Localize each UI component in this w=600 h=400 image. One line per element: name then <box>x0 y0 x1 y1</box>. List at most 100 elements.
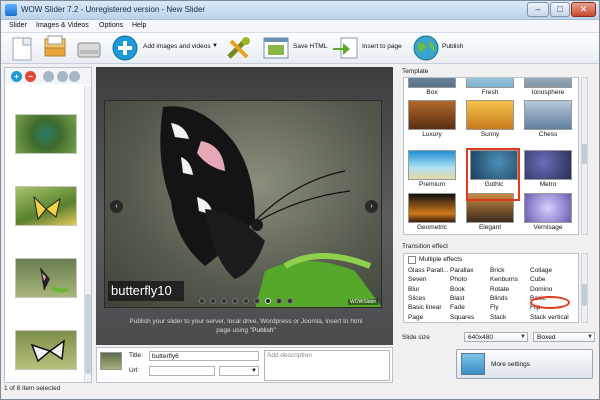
slide-properties: Title: butterfly6 Url: ▼ Add description <box>96 347 393 383</box>
template-fresh[interactable]: Fresh <box>464 78 516 98</box>
slide-bullet[interactable] <box>287 298 293 304</box>
insert-to-page-icon[interactable] <box>331 35 359 62</box>
add-images-label[interactable]: Add images and videos <box>143 43 211 50</box>
save-slider-icon[interactable] <box>75 35 103 62</box>
effect-item[interactable]: Seven <box>408 276 426 283</box>
transition-effect-label: Transition effect <box>402 243 448 250</box>
effect-item[interactable]: Squares <box>450 314 474 321</box>
slide-bullet[interactable] <box>221 298 227 304</box>
chevron-down-icon: ▼ <box>520 334 526 340</box>
chevron-down-icon: ▼ <box>587 334 593 340</box>
effects-scrollbar[interactable] <box>581 253 588 323</box>
effect-item[interactable]: Kenburns <box>490 276 518 283</box>
prev-arrow-icon[interactable]: ‹ <box>110 200 123 213</box>
template-metro[interactable]: Metro <box>522 150 574 190</box>
effect-item[interactable]: Blur <box>408 286 420 293</box>
effect-item[interactable]: Book <box>450 286 465 293</box>
more-settings-button[interactable]: More settings <box>456 349 593 379</box>
slide-bullet[interactable] <box>243 298 249 304</box>
slide-thumbnail[interactable] <box>15 186 77 226</box>
slide-bullets <box>199 298 298 306</box>
template-premium[interactable]: Premium <box>406 150 458 190</box>
settings-image-icon <box>461 353 485 375</box>
menu-help[interactable]: Help <box>132 22 146 29</box>
template-scrollbar[interactable] <box>581 77 588 235</box>
remove-slide-icon[interactable]: − <box>25 71 36 82</box>
add-slide-icon[interactable]: + <box>11 71 22 82</box>
open-slider-icon[interactable] <box>41 35 69 62</box>
new-slider-icon[interactable] <box>9 35 35 62</box>
butterfly-image <box>160 106 381 307</box>
publish-globe-icon[interactable] <box>412 35 440 62</box>
tools-icon[interactable] <box>223 35 255 62</box>
effect-item[interactable]: Brick <box>490 267 504 274</box>
publish-hint-line2: page using <box>216 327 249 334</box>
publish-hint-link[interactable]: "Publish" <box>250 327 276 334</box>
publish-label[interactable]: Publish <box>442 43 463 50</box>
effect-item[interactable]: Stack vertical <box>530 314 569 321</box>
effect-item[interactable]: Fade <box>450 304 465 311</box>
effect-item[interactable]: Fly <box>490 304 499 311</box>
slide-bullet[interactable] <box>199 298 205 304</box>
move-up-icon[interactable] <box>43 71 54 82</box>
description-input[interactable]: Add description <box>264 350 390 381</box>
template-luxury[interactable]: Luxury <box>406 100 458 140</box>
template-box[interactable]: Box <box>406 78 458 98</box>
slide-bullet[interactable] <box>276 298 282 304</box>
slide-bullet[interactable] <box>265 298 271 304</box>
url-input[interactable] <box>149 366 215 376</box>
slide-thumbnail[interactable] <box>15 258 77 298</box>
multiple-effects-checkbox[interactable] <box>408 256 416 264</box>
next-arrow-icon[interactable]: › <box>365 200 378 213</box>
template-scroll-thumb[interactable] <box>582 144 587 164</box>
menu-slider[interactable]: Slider <box>9 22 27 29</box>
template-geometric[interactable]: Geometric <box>406 193 458 233</box>
effect-item[interactable]: Domino <box>530 286 552 293</box>
template-sunny[interactable]: Sunny <box>464 100 516 140</box>
effect-item[interactable]: Glass Parall... <box>408 267 448 274</box>
template-chess[interactable]: Chess <box>522 100 574 140</box>
slide-bullet[interactable] <box>254 298 260 304</box>
minimize-button[interactable]: – <box>527 2 549 17</box>
slide-bullet[interactable] <box>210 298 216 304</box>
effect-item[interactable]: Parallax <box>450 267 473 274</box>
effect-item[interactable]: Basic linear <box>408 304 442 311</box>
url-target-select[interactable]: ▼ <box>219 366 259 376</box>
slide-thumbnail[interactable] <box>15 330 77 370</box>
save-html-icon[interactable] <box>262 35 290 62</box>
slide-size-select[interactable]: 640x480 ▼ <box>464 332 528 342</box>
selected-effect-highlight <box>530 296 570 309</box>
rotate-right-icon[interactable] <box>69 71 80 82</box>
effect-item[interactable]: Cube <box>530 276 546 283</box>
slide-bullet[interactable] <box>232 298 238 304</box>
add-images-icon[interactable] <box>111 35 141 62</box>
effect-item[interactable]: Page <box>408 314 423 321</box>
menu-images-videos[interactable]: Images & Videos <box>36 22 89 29</box>
slide-thumbnail[interactable] <box>15 114 77 154</box>
effect-item[interactable]: Collage <box>530 267 552 274</box>
title-input[interactable]: butterfly6 <box>149 351 259 361</box>
close-button[interactable]: ✕ <box>571 2 596 17</box>
url-label: Url: <box>129 367 140 374</box>
effects-list: Multiple effects Glass Parall... Seven Blu… <box>403 253 579 323</box>
template-ionosphere[interactable]: Ionosphere <box>522 78 574 98</box>
effect-item[interactable]: Slices <box>408 295 425 302</box>
effects-scroll-thumb[interactable] <box>582 284 587 306</box>
template-vernisage[interactable]: Vernisage <box>522 193 574 233</box>
layout-mode-select[interactable]: Boxed ▼ <box>533 332 595 342</box>
menu-options[interactable]: Options <box>99 22 123 29</box>
effect-item[interactable]: Blast <box>450 295 464 302</box>
selected-template-highlight <box>466 148 520 201</box>
effect-item[interactable]: Photo <box>450 276 467 283</box>
insert-to-page-label[interactable]: Insert to page <box>362 43 402 50</box>
rotate-left-icon[interactable] <box>57 71 68 82</box>
slide-list-scroll-thumb[interactable] <box>85 294 91 374</box>
effect-item[interactable]: Stack <box>490 314 506 321</box>
template-grid: Box Fresh Ionosphere Luxury Sunny Chess <box>403 77 579 235</box>
maximize-button[interactable]: □ <box>550 2 570 17</box>
effect-item[interactable]: Blinds <box>490 295 508 302</box>
app-window: WOW Slider 7.2 - Unregistered version - … <box>0 0 600 400</box>
chevron-down-icon[interactable]: ▼ <box>212 43 218 49</box>
effect-item[interactable]: Rotate <box>490 286 509 293</box>
save-html-label[interactable]: Save HTML <box>293 43 327 50</box>
